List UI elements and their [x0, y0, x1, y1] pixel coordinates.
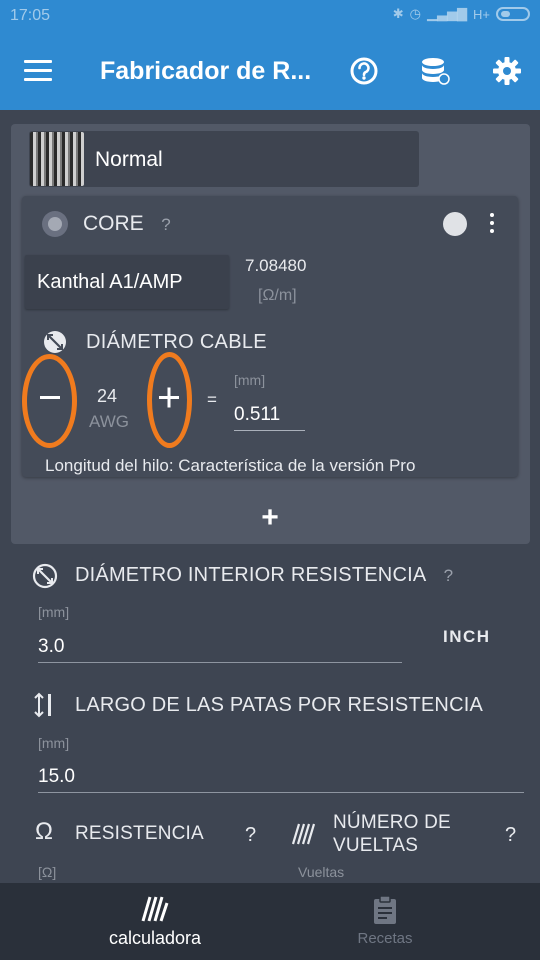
nav-label-calculadora: calculadora [108, 928, 202, 948]
status-time: 17:05 [10, 7, 51, 24]
network-type: H+ [473, 6, 490, 22]
coil-type-label: Normal [95, 148, 163, 171]
help-icon[interactable] [349, 56, 379, 86]
signal-icon: ▁▃▅▇ [427, 6, 468, 21]
inner-diameter-icon [32, 563, 58, 589]
clipboard-icon [374, 895, 396, 924]
battery-icon [496, 7, 530, 21]
resistivity-value: 7.08480 [245, 256, 307, 275]
bluetooth-icon: ✱ [392, 6, 404, 21]
resistance-label: RESISTENCIA [75, 823, 204, 844]
inner-diameter-underline [38, 662, 402, 663]
inner-diameter-label: DIÁMETRO INTERIOR RESISTENCIA ? [75, 564, 454, 586]
inner-diameter-input[interactable]: 3.0 [38, 636, 64, 658]
wraps-help[interactable]: ? [505, 824, 516, 847]
leg-length-icon [34, 692, 51, 718]
database-icon[interactable] [420, 56, 450, 86]
coil-icon [141, 896, 169, 922]
app-bar: 17:05 ✱ ◷ ▁▃▅▇ H+ Fabricador de R... [0, 0, 540, 110]
awg-value[interactable]: 24 [97, 386, 117, 407]
resistance-unit: [Ω] [38, 864, 57, 880]
pro-feature-note: Longitud del hilo: Característica de la … [45, 456, 416, 475]
inner-diameter-unit: [mm] [38, 604, 70, 620]
wire-mm-input[interactable]: 0.511 [234, 404, 280, 426]
equals-sign: = [207, 390, 217, 409]
leg-length-label: LARGO DE LAS PATAS POR RESISTENCIA [75, 694, 484, 716]
nav-item-recetas[interactable]: Recetas [330, 895, 440, 947]
leg-length-unit: [mm] [38, 735, 70, 751]
nav-label-recetas: Recetas [357, 930, 413, 947]
wraps-unit: Vueltas [298, 864, 345, 880]
core-help[interactable]: ? [161, 215, 170, 234]
inch-toggle-button[interactable]: INCH [443, 627, 491, 647]
status-icons: ✱ ◷ ▁▃▅▇ H+ [393, 6, 530, 22]
coil-type-selector[interactable] [29, 131, 419, 187]
add-wire-button[interactable]: + [255, 503, 285, 533]
menu-icon[interactable] [24, 60, 52, 82]
inner-diameter-help[interactable]: ? [444, 566, 454, 585]
material-label: Kanthal A1/AMP [37, 271, 183, 293]
nav-item-calculadora[interactable]: calculadora [90, 893, 220, 949]
core-color-dot[interactable] [443, 212, 467, 236]
leg-length-underline [38, 792, 524, 793]
highlight-ring-minus [22, 354, 77, 448]
core-radio[interactable] [42, 211, 68, 237]
coil-thumbnail [30, 132, 84, 186]
wraps-icon [291, 823, 316, 845]
settings-icon[interactable] [492, 56, 522, 86]
bottom-navigation: calculadora Recetas [0, 883, 540, 960]
alarm-icon: ◷ [409, 6, 422, 21]
page-title: Fabricador de R... [100, 57, 312, 85]
core-label: CORE ? [83, 212, 171, 235]
leg-length-input[interactable]: 15.0 [38, 766, 75, 788]
awg-unit: AWG [89, 412, 129, 431]
ohm-icon: Ω [35, 818, 54, 845]
wire-mm-unit: [mm] [234, 372, 266, 388]
wire-mm-underline [234, 430, 305, 431]
wire-diameter-icon [44, 331, 66, 353]
more-options-icon[interactable] [489, 213, 495, 235]
resistivity-unit: [Ω/m] [258, 287, 297, 304]
wraps-label-line1: NÚMERO DE [333, 812, 451, 833]
resistance-help[interactable]: ? [245, 824, 256, 847]
wire-diameter-label: DIÁMETRO CABLE [86, 331, 267, 353]
highlight-ring-plus [147, 352, 192, 448]
wraps-label-line2: VUELTAS [333, 835, 419, 856]
